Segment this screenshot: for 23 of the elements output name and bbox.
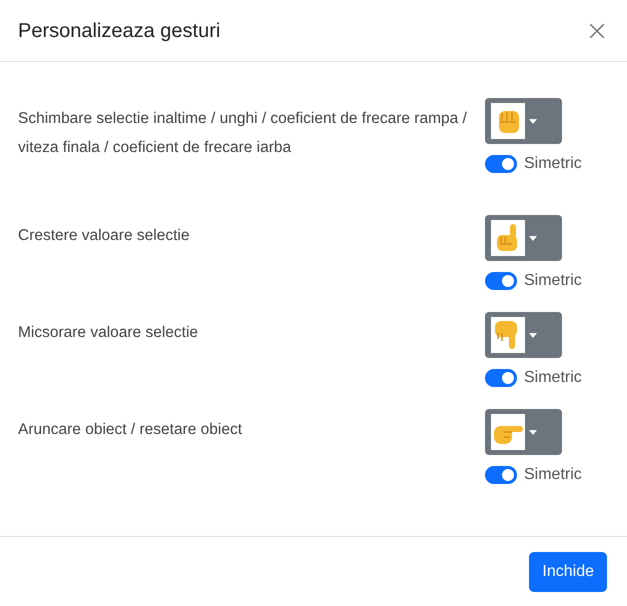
gesture-dropdown[interactable]: [485, 409, 562, 455]
toggle-label: Simetric: [524, 465, 582, 485]
caret-icon: [529, 430, 537, 434]
caret-icon: [529, 118, 537, 124]
gesture-label: Crestere valoare selectie: [18, 226, 190, 246]
toggle-label: Simetric: [524, 154, 582, 174]
toggle-switch[interactable]: [485, 369, 517, 387]
toggle-switch[interactable]: [485, 155, 517, 173]
dialog-title: Personalizeaza gesturi: [18, 18, 220, 44]
gesture-label: Aruncare obiect / resetare obiect: [18, 420, 244, 440]
close-icon: [588, 22, 606, 40]
toggle-label: Simetric: [524, 368, 582, 388]
gesture-dropdown[interactable]: [485, 98, 562, 144]
gesture-label: Micsorare valoare selectie: [18, 323, 200, 343]
gesture-label: Schimbare selectie inaltime / unghi / coeficient de frecare rampa / viteza finala / coeficient de frecare iarba: [18, 109, 468, 158]
caret-icon: [529, 236, 537, 240]
gesture-dropdown[interactable]: [485, 312, 562, 358]
caret-icon: [529, 332, 537, 338]
toggle-switch[interactable]: [485, 466, 517, 484]
toggle-label: Simetric: [524, 271, 582, 291]
gesture-dropdown[interactable]: [485, 215, 562, 261]
close-dialog-button[interactable]: Inchide: [529, 552, 607, 592]
toggle-switch[interactable]: [485, 272, 517, 290]
